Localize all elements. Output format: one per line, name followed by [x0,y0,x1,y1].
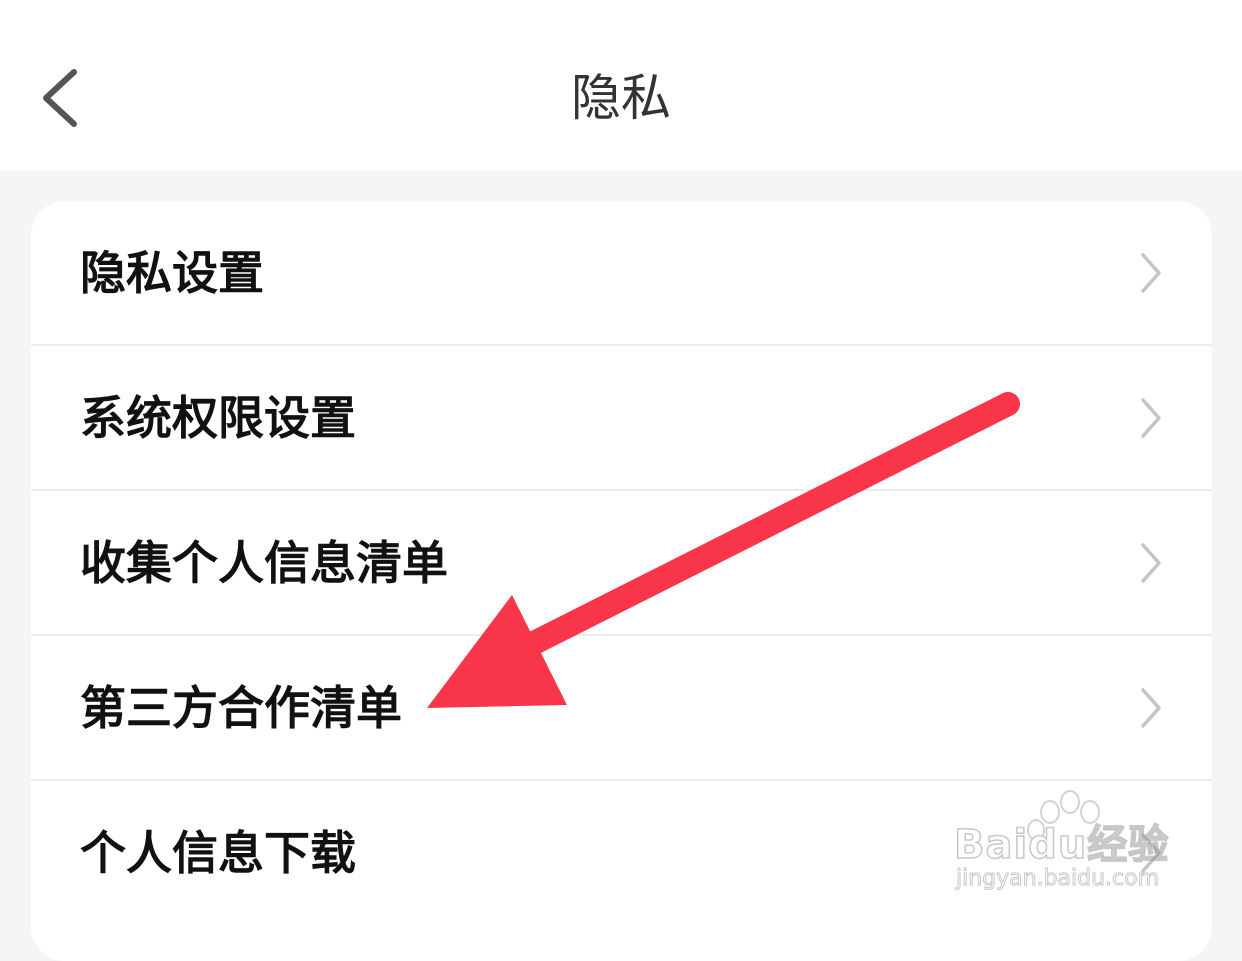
chevron-right-icon [1141,688,1161,728]
chevron-right-icon [1141,543,1161,583]
menu-item-label: 第三方合作清单 [80,681,402,735]
menu-item-label: 隐私设置 [80,246,264,300]
menu-item-privacy-settings[interactable]: 隐私设置 [31,201,1212,346]
privacy-menu-card: 隐私设置 系统权限设置 收集个人信息清单 第三方合作清单 个人信息下载 [31,201,1212,961]
chevron-right-icon [1141,253,1161,293]
menu-item-collected-info-list[interactable]: 收集个人信息清单 [31,491,1212,636]
page-title: 隐私 [571,69,671,127]
menu-item-label: 收集个人信息清单 [80,536,448,590]
menu-item-label: 系统权限设置 [80,391,356,445]
menu-item-label: 个人信息下载 [80,826,356,880]
menu-item-third-party-list[interactable]: 第三方合作清单 [31,636,1212,781]
chevron-right-icon [1141,833,1161,873]
chevron-right-icon [1141,398,1161,438]
menu-item-system-permissions[interactable]: 系统权限设置 [31,346,1212,491]
menu-item-personal-info-download[interactable]: 个人信息下载 [31,781,1212,926]
header-bar: 隐私 [0,0,1242,171]
